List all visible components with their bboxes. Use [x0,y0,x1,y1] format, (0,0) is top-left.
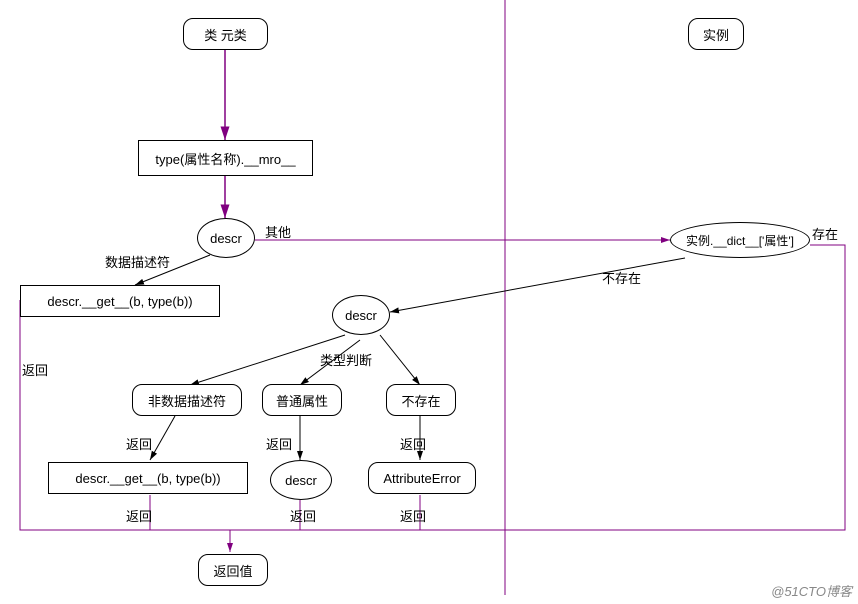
node-non-data-descriptor: 非数据描述符 [132,384,242,416]
label-exist: 存在 [812,224,838,243]
node-normal-attr: 普通属性 [262,384,342,416]
node-get-1: descr.__get__(b, type(b)) [20,285,220,317]
node-descr-1: descr [197,218,255,258]
label-not-exist-1: 不存在 [602,268,641,287]
label-data-descriptor: 数据描述符 [105,252,170,271]
node-descr-2: descr [332,295,390,335]
label-return-1: 返回 [126,434,152,453]
node-instance: 实例 [688,18,744,50]
label-return-6: 返回 [400,506,426,525]
node-return-value: 返回值 [198,554,268,586]
watermark: @51CTO博客 [771,581,852,600]
node-get-2: descr.__get__(b, type(b)) [48,462,248,494]
label-return-left: 返回 [22,360,48,379]
node-type-mro: type(属性名称).__mro__ [138,140,313,176]
node-class-metaclass: 类 元类 [183,18,268,50]
label-type-check: 类型判断 [320,350,372,369]
node-instance-dict: 实例.__dict__['属性'] [670,222,810,258]
label-return-4: 返回 [126,506,152,525]
label-other: 其他 [265,222,291,241]
label-return-5: 返回 [290,506,316,525]
label-return-3: 返回 [400,434,426,453]
node-attribute-error: AttributeError [368,462,476,494]
node-not-exist: 不存在 [386,384,456,416]
label-return-2: 返回 [266,434,292,453]
node-descr-3: descr [270,460,332,500]
